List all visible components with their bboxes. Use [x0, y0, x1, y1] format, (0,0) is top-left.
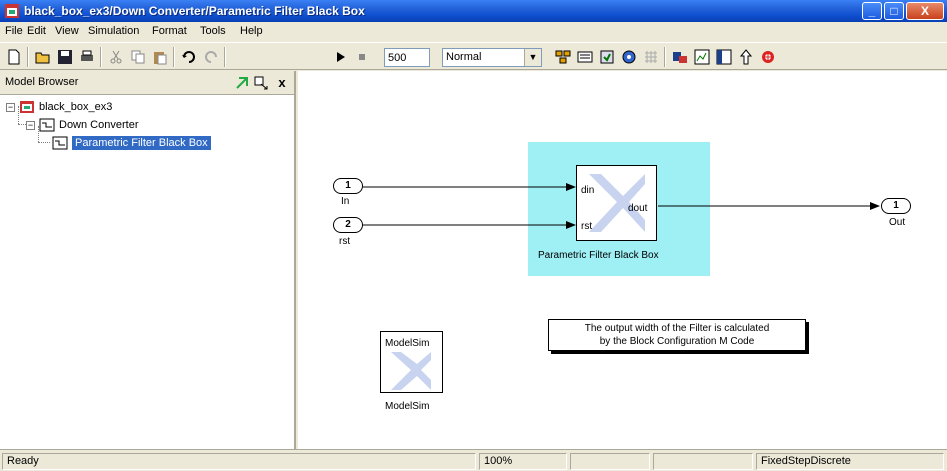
- grid-icon[interactable]: [642, 48, 660, 66]
- tree-item-root[interactable]: − black_box_ex3: [6, 98, 112, 116]
- show-library-links-icon[interactable]: [234, 75, 250, 91]
- library-icon[interactable]: [554, 48, 572, 66]
- window-title: black_box_ex3/Down Converter/Parametric …: [24, 4, 365, 18]
- modelsim-caption: ModelSim: [385, 401, 430, 412]
- show-masked-subsystems-icon[interactable]: [254, 75, 270, 91]
- port-dout-label: dout: [628, 203, 648, 214]
- inport-2[interactable]: 2: [333, 217, 363, 233]
- collapse-icon[interactable]: −: [6, 102, 15, 112]
- simulation-mode-value: Normal: [446, 51, 482, 63]
- collapse-icon[interactable]: −: [26, 120, 35, 130]
- modelsim-block[interactable]: ModelSim: [380, 331, 443, 393]
- minimize-button[interactable]: _: [862, 2, 882, 20]
- cut-icon[interactable]: [107, 48, 125, 66]
- model-browser-title: Model Browser: [5, 76, 79, 88]
- port-rst-label: rst: [581, 221, 593, 232]
- subsystem-icon: [39, 118, 55, 132]
- redo-icon[interactable]: [202, 48, 220, 66]
- menu-view[interactable]: View: [55, 25, 79, 37]
- print-icon[interactable]: [78, 48, 96, 66]
- status-ready: Ready: [2, 453, 476, 470]
- annotation-note[interactable]: The output width of the Filter is calcul…: [548, 319, 806, 351]
- debug-icon[interactable]: [576, 48, 594, 66]
- parametric-filter-block[interactable]: din rst dout: [576, 165, 657, 241]
- title-bar: black_box_ex3/Down Converter/Parametric …: [0, 0, 947, 22]
- toolbar-separator: [664, 47, 666, 67]
- maximize-button[interactable]: □: [884, 2, 904, 20]
- outport-1-label: Out: [889, 217, 906, 228]
- close-button[interactable]: X: [906, 2, 944, 20]
- status-empty-1: [570, 453, 650, 470]
- simulink-app-icon: [5, 4, 19, 18]
- menu-edit[interactable]: Edit: [27, 25, 46, 37]
- simulink-window: black_box_ex3/Down Converter/Parametric …: [0, 0, 947, 471]
- model-browser-panel: Model Browser x − black_box_ex3 − Down C…: [0, 71, 296, 449]
- build-icon[interactable]: [620, 48, 638, 66]
- close-browser-button[interactable]: x: [274, 75, 290, 91]
- note-line-2: by the Block Configuration M Code: [599, 336, 755, 347]
- modelsim-inner-label: ModelSim: [385, 338, 430, 349]
- menu-tools[interactable]: Tools: [200, 25, 226, 37]
- filter-block-caption: Parametric Filter Black Box: [538, 250, 659, 261]
- model-icon: [20, 101, 34, 113]
- menu-simulation[interactable]: Simulation: [88, 25, 139, 37]
- model-explorer-icon[interactable]: [671, 48, 689, 66]
- stop-icon[interactable]: [353, 48, 371, 66]
- tree-item-down-converter[interactable]: − Down Converter: [26, 116, 138, 134]
- chevron-down-icon[interactable]: ▼: [524, 49, 541, 66]
- menu-help[interactable]: Help: [240, 25, 263, 37]
- subsystem-icon: [52, 136, 68, 150]
- menu-format[interactable]: Format: [152, 25, 187, 37]
- inport-2-label: rst: [339, 236, 351, 247]
- explorer-icon[interactable]: [693, 48, 711, 66]
- tree-item-label: black_box_ex3: [39, 101, 113, 113]
- tree-item-label-selected: Parametric Filter Black Box: [72, 136, 211, 150]
- outport-1[interactable]: 1: [881, 198, 911, 214]
- status-bar: Ready 100% FixedStepDiscrete: [0, 449, 947, 471]
- copy-icon[interactable]: [129, 48, 147, 66]
- menu-bar: File Edit View Simulation Format Tools H…: [0, 22, 947, 42]
- port-din-label: din: [581, 185, 595, 196]
- status-zoom: 100%: [479, 453, 567, 470]
- go-parent-icon[interactable]: [737, 48, 755, 66]
- play-icon[interactable]: [331, 48, 349, 66]
- debugger-icon[interactable]: [759, 48, 777, 66]
- model-browser-header: Model Browser x: [0, 71, 294, 95]
- tree-item-parametric-filter[interactable]: Parametric Filter Black Box: [52, 134, 211, 152]
- save-icon[interactable]: [56, 48, 74, 66]
- tree-connector: [38, 142, 50, 143]
- toolbar-separator: [100, 47, 102, 67]
- open-icon[interactable]: [34, 48, 52, 66]
- toolbar-separator: [27, 47, 29, 67]
- browser-icon[interactable]: [715, 48, 733, 66]
- paste-icon[interactable]: [151, 48, 169, 66]
- note-line-1: The output width of the Filter is calcul…: [584, 323, 770, 334]
- status-solver: FixedStepDiscrete: [756, 453, 944, 470]
- stop-time-input[interactable]: [384, 48, 430, 67]
- undo-icon[interactable]: [180, 48, 198, 66]
- toolbar-separator: [224, 47, 226, 67]
- inport-1-label: In: [341, 196, 350, 207]
- new-icon[interactable]: [5, 48, 23, 66]
- simulation-mode-select[interactable]: Normal ▼: [442, 48, 542, 67]
- toolbar: Normal ▼: [0, 42, 947, 70]
- status-empty-2: [653, 453, 753, 470]
- diagram-canvas[interactable]: 1 In 2 rst din rst dout Parametric Filte…: [298, 71, 947, 449]
- tree-item-label: Down Converter: [59, 119, 139, 131]
- inport-1[interactable]: 1: [333, 178, 363, 194]
- toolbar-separator: [173, 47, 175, 67]
- menu-file[interactable]: File: [5, 25, 23, 37]
- update-icon[interactable]: [598, 48, 616, 66]
